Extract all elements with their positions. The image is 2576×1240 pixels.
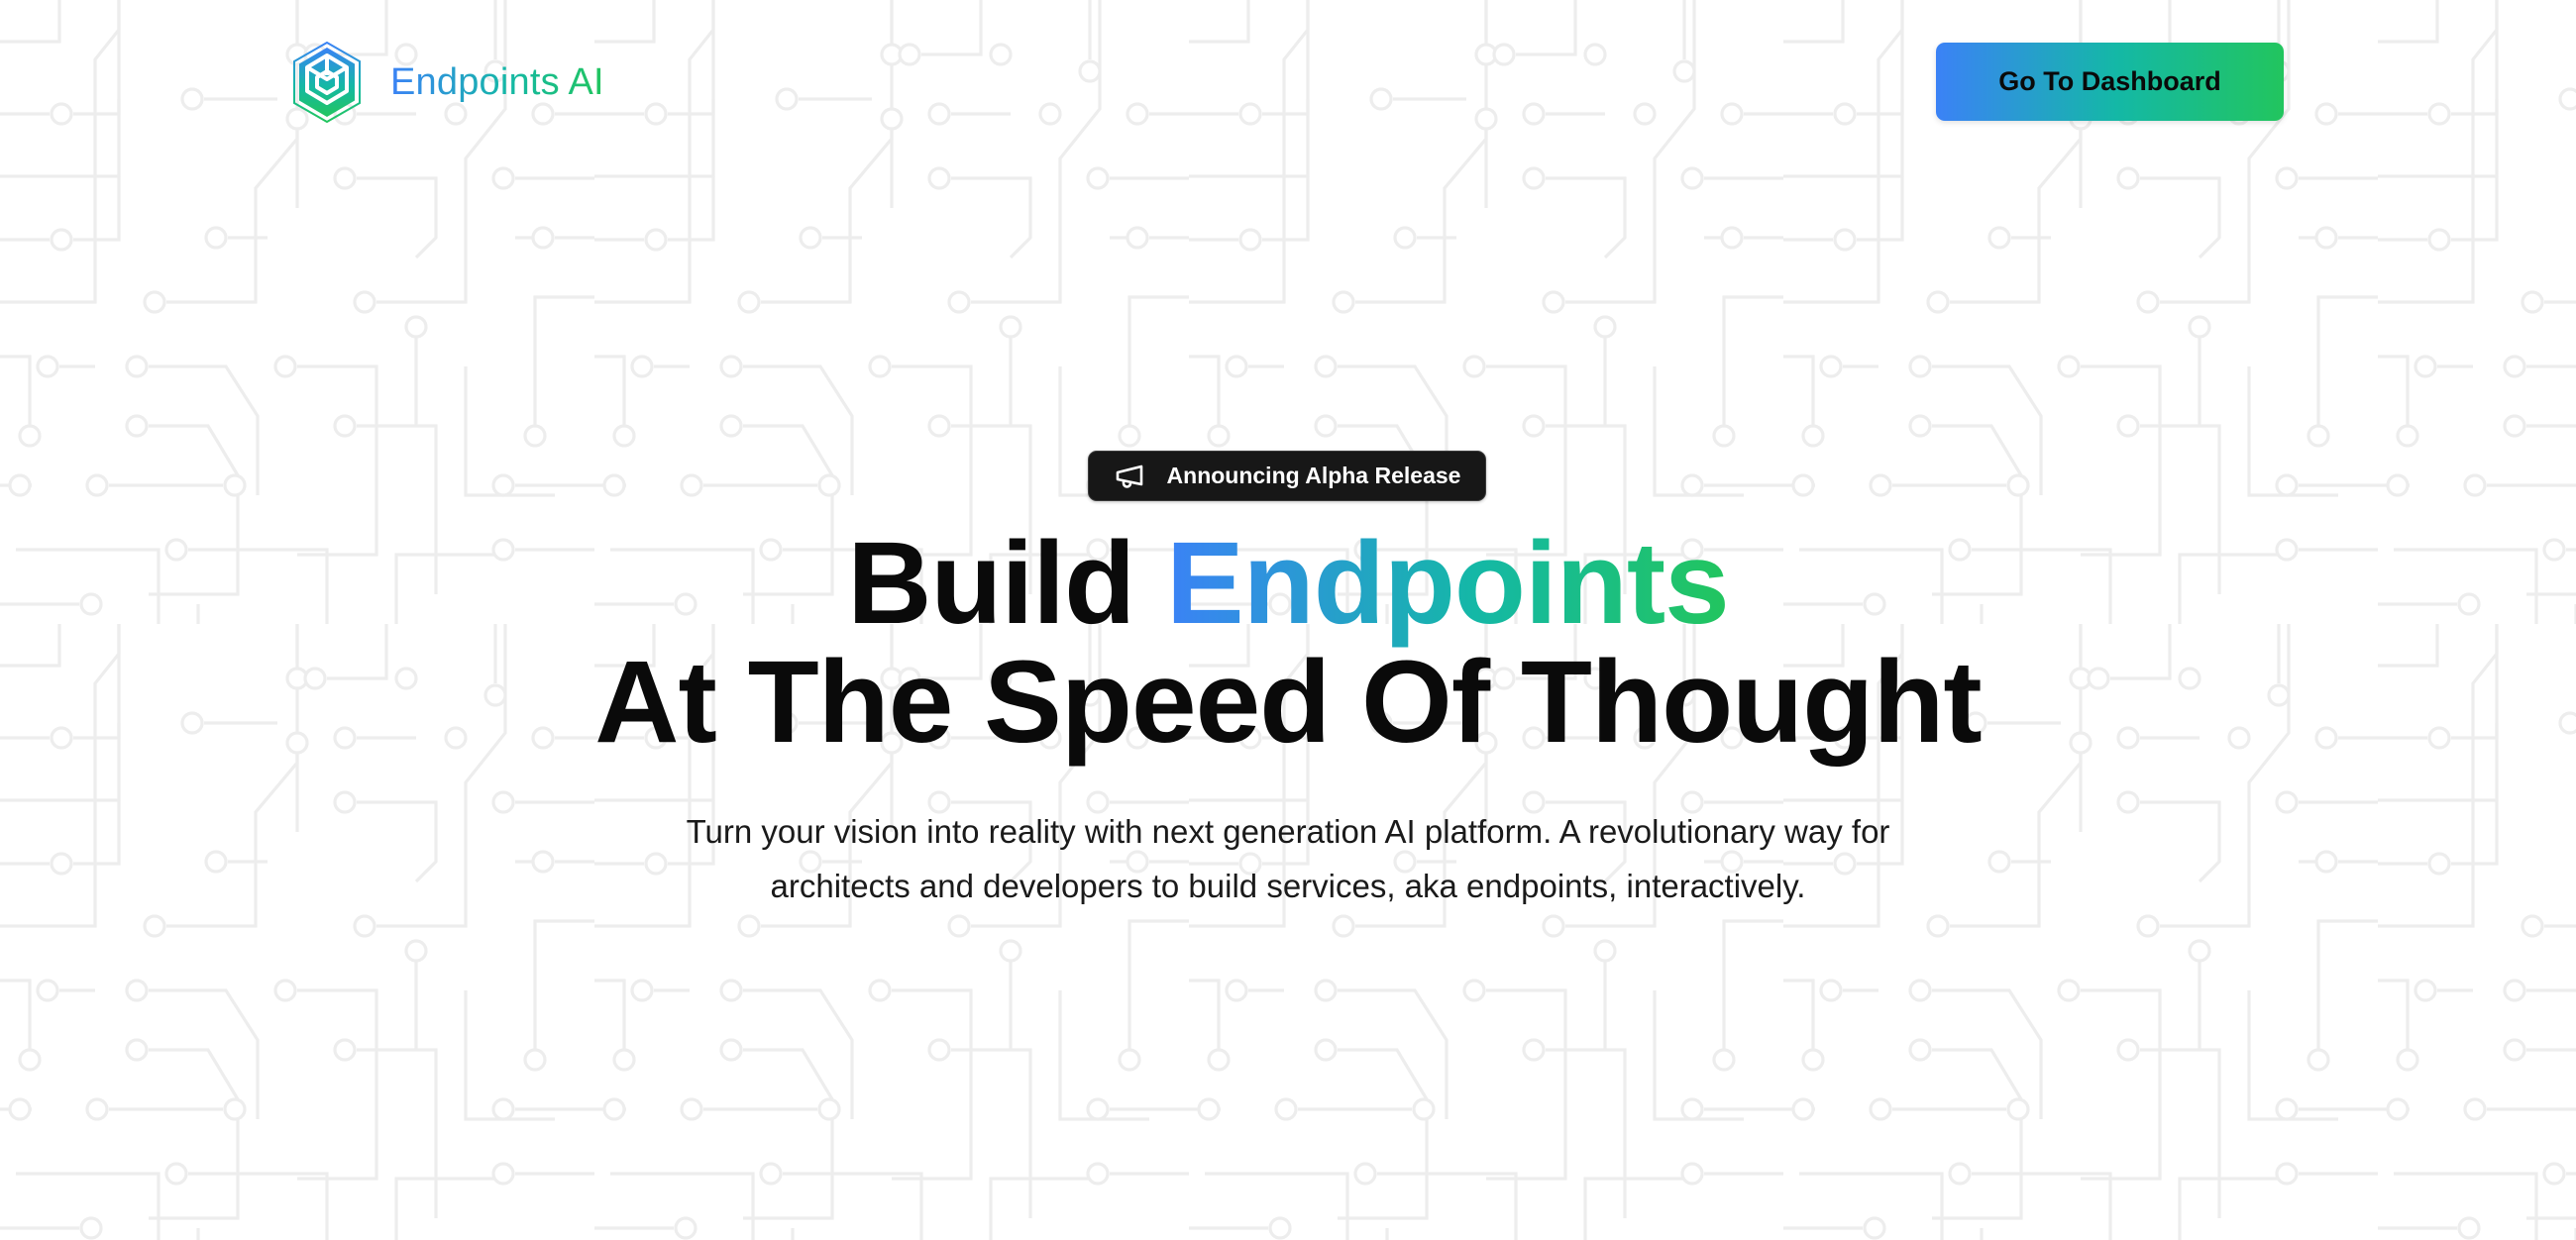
headline-prefix: Build (847, 518, 1135, 649)
go-to-dashboard-button[interactable]: Go To Dashboard (1936, 43, 2284, 121)
headline-highlight: Endpoints (1165, 518, 1730, 649)
megaphone-icon (1116, 465, 1142, 488)
top-nav: Endpoints AI Go To Dashboard (0, 0, 2576, 163)
hexagon-cube-logo-icon (293, 42, 361, 123)
subtitle-line-2: architects and developers to build servi… (770, 868, 1806, 904)
headline-line-2: At The Speed Of Thought (594, 637, 1982, 768)
announcement-badge[interactable]: Announcing Alpha Release (1088, 451, 1486, 501)
headline-line-1: Build Endpoints (0, 525, 2576, 642)
hero-subtitle: Turn your vision into reality with next … (555, 804, 2021, 913)
hero-headline: Build Endpoints At The Speed Of Thought (0, 525, 2576, 761)
brand-name: Endpoints AI (390, 60, 604, 103)
subtitle-line-1: Turn your vision into reality with next … (686, 813, 1890, 850)
announcement-label: Announcing Alpha Release (1166, 463, 1461, 488)
brand-link[interactable]: Endpoints AI (293, 40, 604, 125)
